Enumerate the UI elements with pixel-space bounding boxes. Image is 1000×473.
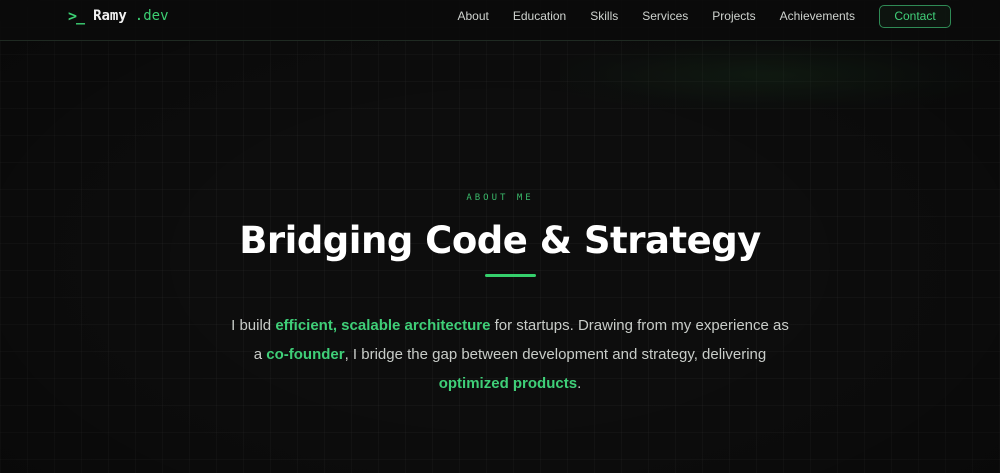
nav-skills[interactable]: Skills xyxy=(590,9,618,23)
nav-services[interactable]: Services xyxy=(642,9,688,23)
description-highlight: efficient, scalable architecture xyxy=(275,317,491,334)
main-nav: About Education Skills Services Projects… xyxy=(458,0,951,32)
site-logo[interactable]: >_ Ramy .dev xyxy=(68,7,169,25)
nav-about[interactable]: About xyxy=(458,9,489,23)
logo-suffix: .dev xyxy=(134,8,169,24)
description-text: . xyxy=(577,375,582,392)
section-eyebrow: ABOUT ME xyxy=(466,193,534,203)
about-description: I build efficient, scalable architecture… xyxy=(230,311,790,398)
nav-achievements[interactable]: Achievements xyxy=(780,9,855,23)
terminal-prompt-icon: >_ xyxy=(68,7,85,25)
description-text: , I bridge the gap between development a… xyxy=(344,346,767,363)
nav-education[interactable]: Education xyxy=(513,9,566,23)
description-highlight: co-founder xyxy=(266,346,345,363)
nav-projects[interactable]: Projects xyxy=(712,9,755,23)
logo-name: Ramy xyxy=(93,8,127,24)
description-text: I build xyxy=(231,317,276,334)
description-highlight: optimized products xyxy=(438,375,578,392)
title-underline xyxy=(485,274,536,277)
contact-button[interactable]: Contact xyxy=(879,4,951,28)
site-header: >_ Ramy .dev About Education Skills Serv… xyxy=(0,0,1000,41)
about-section: ABOUT ME Bridging Code & Strategy I buil… xyxy=(0,0,1000,473)
section-title: Bridging Code & Strategy xyxy=(239,219,761,262)
